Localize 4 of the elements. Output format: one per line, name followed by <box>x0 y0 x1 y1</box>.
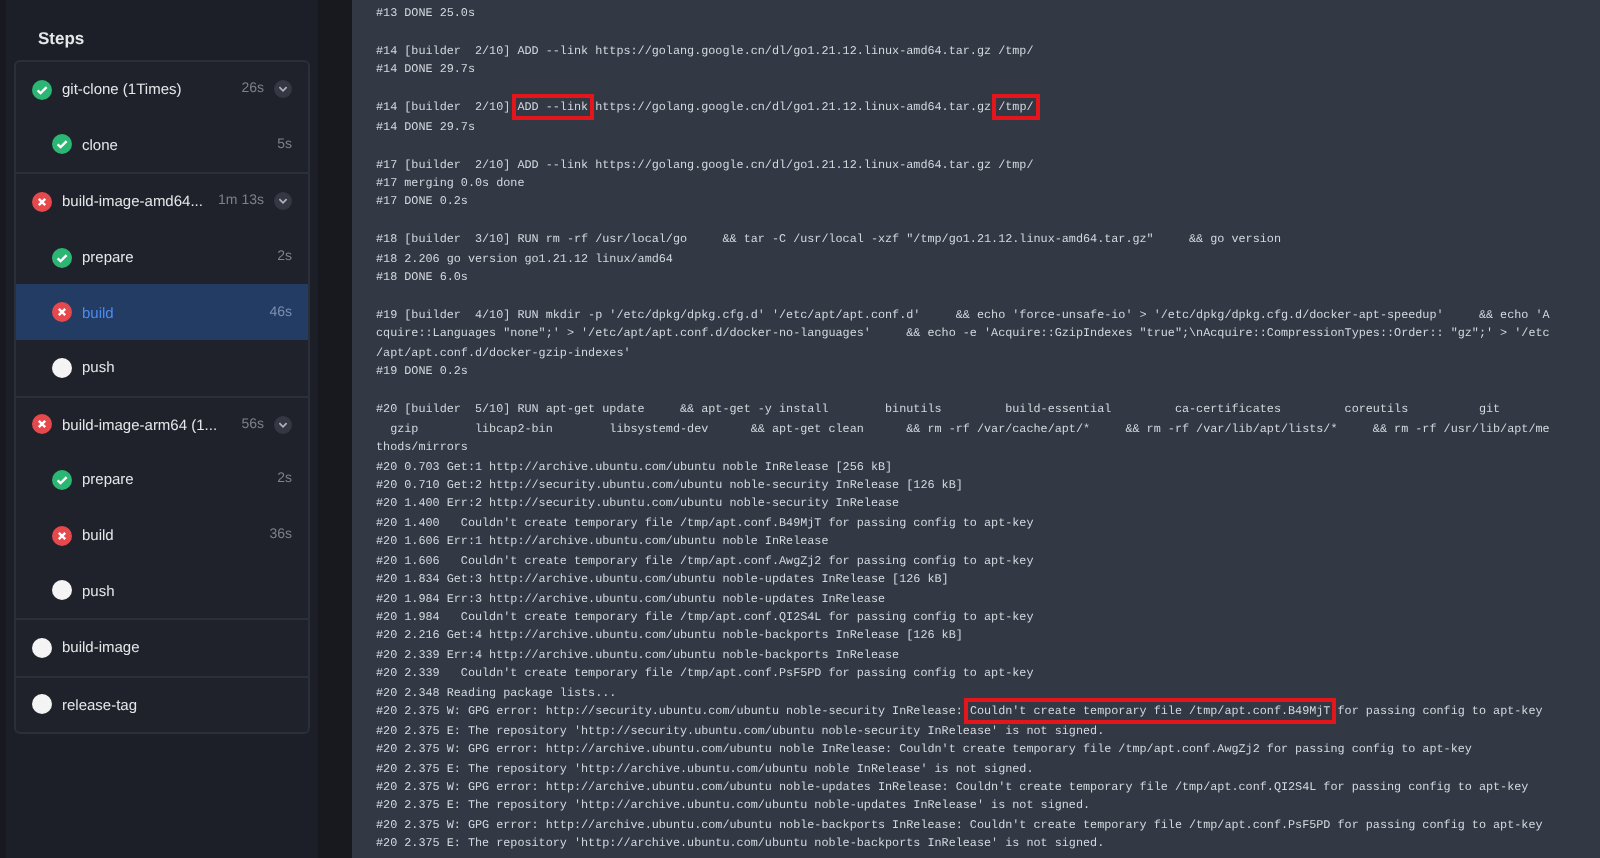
sidebar-title: Steps <box>36 28 85 52</box>
chevron-icon[interactable] <box>274 415 292 434</box>
chevron-icon[interactable] <box>274 192 292 211</box>
chevron-icon[interactable] <box>274 80 292 99</box>
